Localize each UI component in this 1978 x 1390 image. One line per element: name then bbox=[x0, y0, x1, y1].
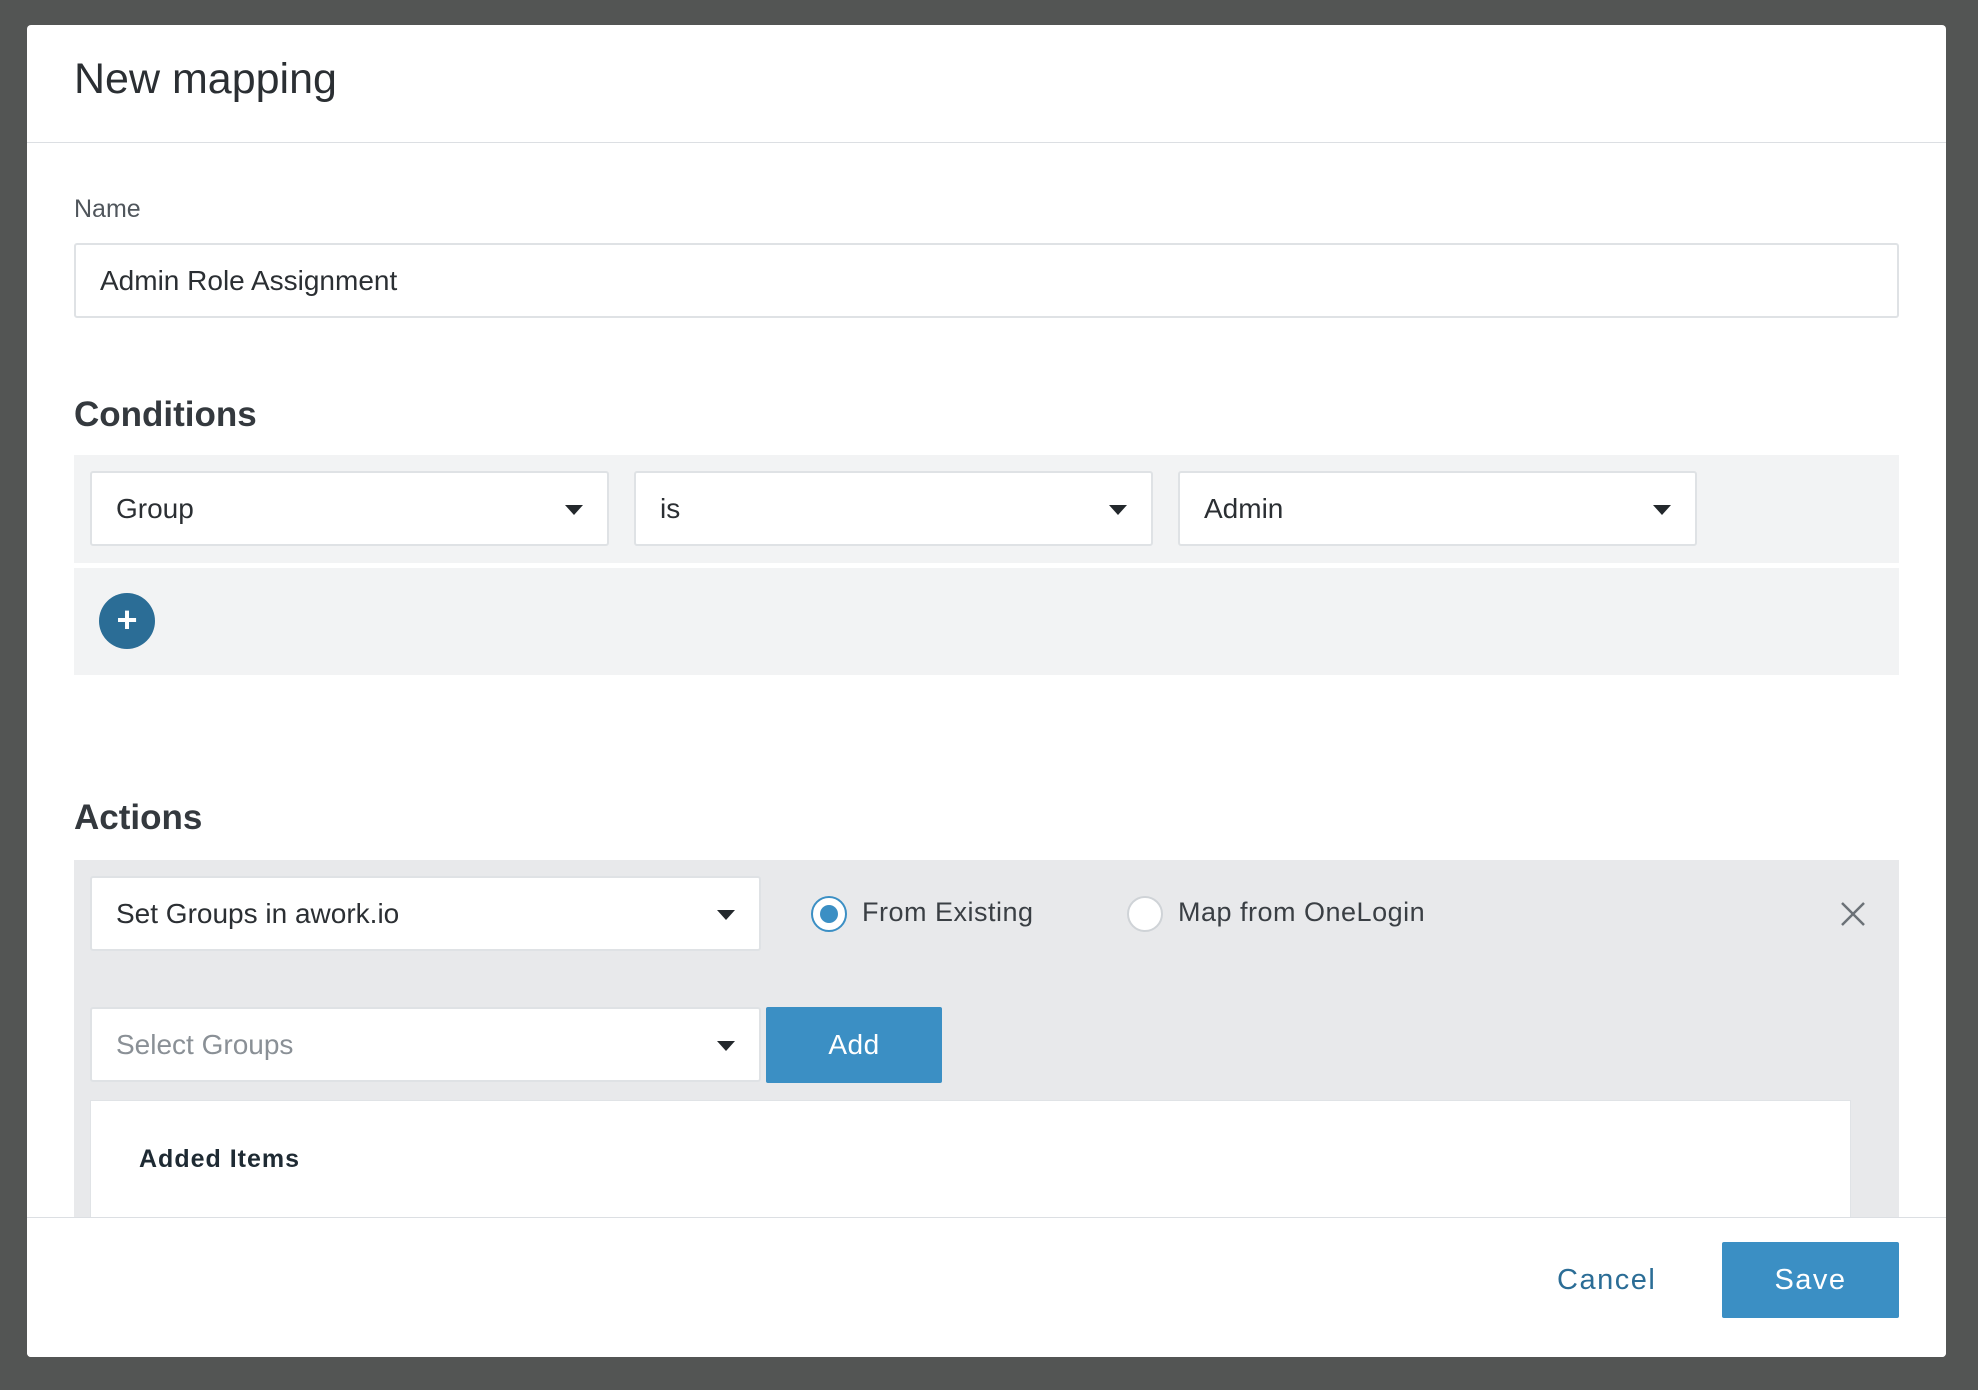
dialog-header: New mapping bbox=[27, 25, 1946, 143]
map-from-onelogin-label[interactable]: Map from OneLogin bbox=[1178, 897, 1425, 928]
name-input[interactable] bbox=[74, 243, 1899, 318]
action-type-value: Set Groups in awork.io bbox=[116, 897, 400, 929]
chevron-down-icon bbox=[717, 1040, 735, 1051]
condition-field-select[interactable]: Group bbox=[90, 471, 609, 546]
from-existing-radio[interactable] bbox=[811, 896, 847, 932]
condition-value-value: Admin bbox=[1204, 492, 1284, 524]
condition-operator-select[interactable]: is bbox=[634, 471, 1153, 546]
from-existing-label[interactable]: From Existing bbox=[862, 897, 1034, 928]
added-items-title: Added Items bbox=[139, 1145, 301, 1173]
close-icon[interactable] bbox=[1838, 899, 1868, 929]
add-condition-row bbox=[74, 568, 1899, 675]
cancel-button[interactable]: Cancel bbox=[1557, 1264, 1656, 1297]
add-condition-button[interactable]: + bbox=[99, 593, 155, 649]
dialog-title: New mapping bbox=[74, 55, 337, 103]
chevron-down-icon bbox=[565, 504, 583, 515]
radio-dot bbox=[820, 905, 838, 923]
save-button[interactable]: Save bbox=[1722, 1242, 1899, 1318]
condition-value-select[interactable]: Admin bbox=[1178, 471, 1697, 546]
plus-icon: + bbox=[116, 599, 138, 640]
condition-field-value: Group bbox=[116, 492, 194, 524]
dialog-footer: Cancel Save bbox=[27, 1217, 1946, 1357]
action-type-select[interactable]: Set Groups in awork.io bbox=[90, 876, 761, 951]
add-group-button[interactable]: Add bbox=[766, 1007, 942, 1083]
map-from-onelogin-radio[interactable] bbox=[1127, 896, 1163, 932]
conditions-heading: Conditions bbox=[74, 395, 257, 434]
chevron-down-icon bbox=[717, 909, 735, 920]
select-groups-dropdown[interactable]: Select Groups bbox=[90, 1007, 761, 1082]
condition-operator-value: is bbox=[660, 492, 681, 524]
chevron-down-icon bbox=[1109, 504, 1127, 515]
select-groups-placeholder: Select Groups bbox=[116, 1028, 294, 1060]
chevron-down-icon bbox=[1653, 504, 1671, 515]
name-label: Name bbox=[74, 195, 141, 223]
actions-heading: Actions bbox=[74, 798, 203, 837]
new-mapping-dialog: New mapping Name Conditions Group is Adm… bbox=[27, 25, 1946, 1357]
